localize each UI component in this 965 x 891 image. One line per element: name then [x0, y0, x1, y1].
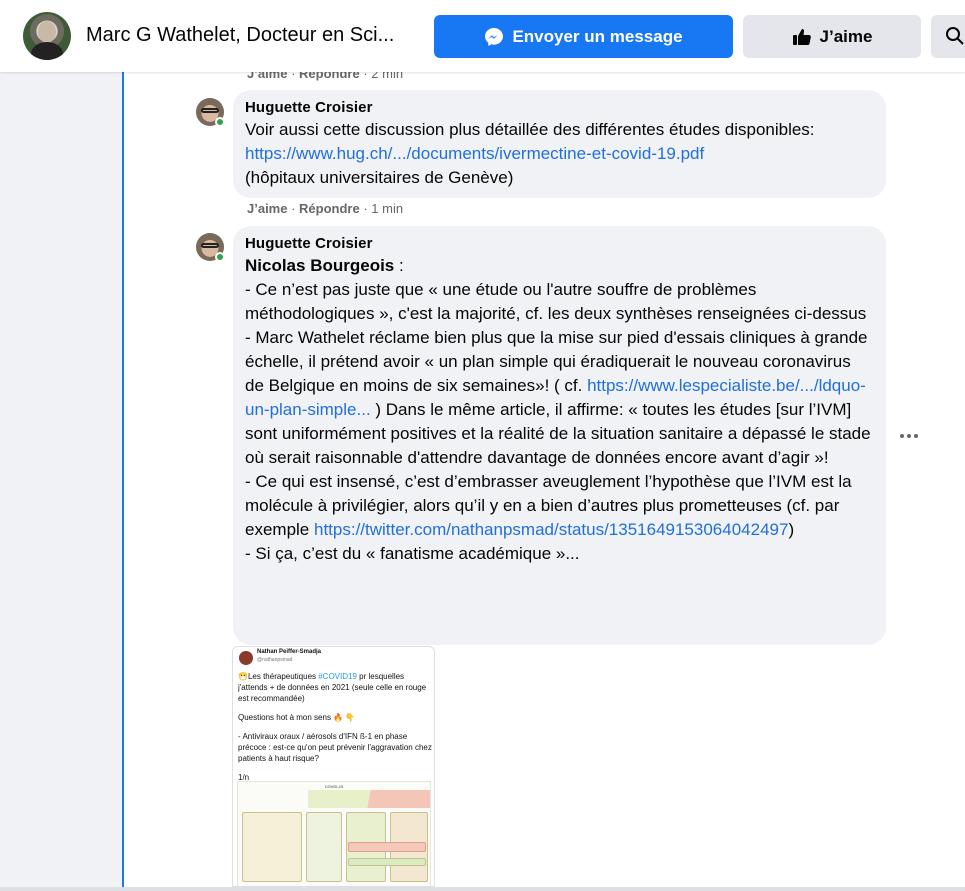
like-page-label: J’aime [819, 26, 873, 46]
online-status-dot [215, 117, 225, 127]
search-icon [946, 27, 964, 45]
tweet-text: 😷Les thérapeutiques #COVID19 pr lesquell… [238, 672, 432, 782]
comment-actions: J’aime · Répondre · 1 min [247, 201, 404, 216]
page-header: Marc G Wathelet, Docteur en Sci... Envoy… [0, 0, 965, 72]
thread-line [122, 72, 124, 887]
tweet-author-handle: @nathanpsmad [257, 657, 293, 663]
mention-link[interactable]: Nicolas Bourgeois [245, 256, 394, 275]
online-status-dot [215, 252, 225, 262]
tweet-author-avatar [239, 651, 253, 665]
bottom-divider [0, 887, 965, 891]
tweet-preview-image[interactable]: Nathan Peiffer-Smadja @nathanpsmad 😷Les … [232, 646, 435, 887]
commenter-avatar[interactable] [196, 233, 225, 262]
comment-time[interactable]: 1 min [371, 201, 403, 216]
messenger-icon [485, 27, 504, 46]
like-comment-link[interactable]: J’aime [247, 201, 287, 216]
tweet-embedded-chart: COVID-19 [237, 781, 431, 886]
comment-bubble: Huguette Croisier Nicolas Bourgeois : - … [233, 226, 886, 645]
thumbs-up-icon [792, 28, 811, 45]
comment-text: Nicolas Bourgeois : - Ce n’est pas juste… [245, 256, 871, 563]
comment-link[interactable]: https://www.hug.ch/.../documents/ivermec… [245, 144, 704, 163]
reply-comment-link[interactable]: Répondre [299, 201, 360, 216]
page-avatar[interactable] [23, 12, 71, 60]
more-options-icon[interactable] [900, 428, 920, 444]
comment-author[interactable]: Huguette Croisier [245, 98, 874, 118]
twitter-link[interactable]: https://twitter.com/nathanpsmad/status/1… [314, 520, 788, 539]
comment-bubble: Huguette Croisier Voir aussi cette discu… [233, 90, 886, 198]
page-name[interactable]: Marc G Wathelet, Docteur en Sci... [86, 24, 394, 47]
send-message-label: Envoyer un message [512, 26, 683, 46]
send-message-button[interactable]: Envoyer un message [434, 15, 733, 58]
comment-text: Voir aussi cette discussion plus détaill… [245, 120, 815, 187]
tweet-author-name: Nathan Peiffer-Smadja [257, 649, 322, 655]
like-page-button[interactable]: J’aime [743, 15, 921, 58]
comment-author[interactable]: Huguette Croisier [245, 234, 874, 254]
search-button[interactable] [931, 15, 965, 58]
commenter-avatar[interactable] [196, 98, 225, 127]
